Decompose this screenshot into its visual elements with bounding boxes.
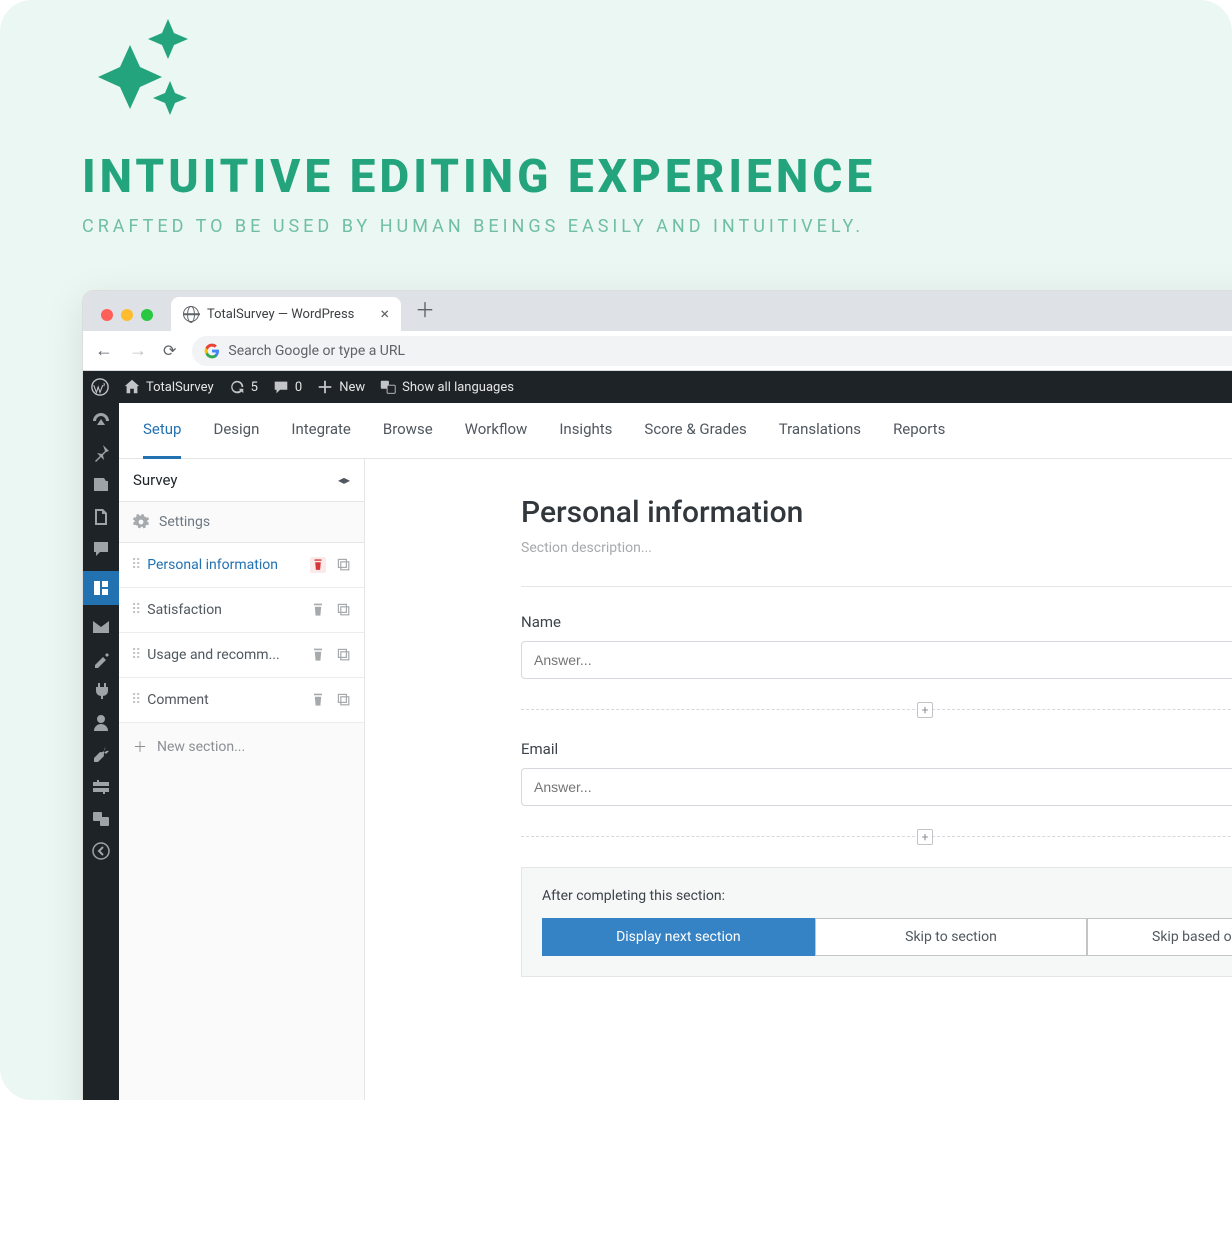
updates-link[interactable]: 5 xyxy=(228,378,258,396)
sparkle-icon xyxy=(90,15,200,129)
wp-menu[interactable] xyxy=(83,403,119,1100)
field-name[interactable]: Name xyxy=(521,613,1232,679)
option-display-next[interactable]: Display next section xyxy=(542,918,815,956)
tab-workflow[interactable]: Workflow xyxy=(465,403,528,459)
tab-integrate[interactable]: Integrate xyxy=(291,403,350,459)
browser-tab-title: TotalSurvey — WordPress xyxy=(207,307,354,322)
insert-divider: + xyxy=(521,836,1232,837)
section-item-personal[interactable]: ⠿ Personal information xyxy=(119,543,364,588)
duplicate-icon[interactable] xyxy=(336,647,352,663)
address-bar-placeholder: Search Google or type a URL xyxy=(228,343,405,359)
tab-insights[interactable]: Insights xyxy=(559,403,612,459)
section-canvas: Personal information Section description… xyxy=(365,459,1232,1100)
add-field-icon[interactable]: + xyxy=(917,829,933,845)
minimize-window-icon[interactable] xyxy=(121,309,133,321)
gear-icon xyxy=(133,514,149,530)
window-controls[interactable] xyxy=(93,309,165,331)
users-icon[interactable] xyxy=(91,713,111,733)
after-section-label: After completing this section: xyxy=(542,888,1232,904)
promo-subheading: CRAFTED TO BE USED BY HUMAN BEINGS EASIL… xyxy=(0,204,1232,237)
add-field-icon[interactable]: + xyxy=(917,702,933,718)
collapse-panel-icon[interactable]: ◂▸ xyxy=(338,473,350,487)
section-item-comment[interactable]: ⠿ Comment xyxy=(119,678,364,723)
address-bar[interactable]: Search Google or type a URL xyxy=(192,336,1232,366)
new-link[interactable]: New xyxy=(316,378,365,396)
tab-translations[interactable]: Translations xyxy=(779,403,861,459)
email-input[interactable] xyxy=(521,768,1232,806)
section-title[interactable]: Personal information xyxy=(521,495,1232,530)
tab-setup[interactable]: Setup xyxy=(143,403,181,459)
browser-tab-strip: TotalSurvey — WordPress × ＋ xyxy=(83,291,1232,331)
browser-tab[interactable]: TotalSurvey — WordPress × xyxy=(171,297,401,331)
appearance-icon[interactable] xyxy=(91,649,111,669)
forward-icon: → xyxy=(129,340,147,361)
browser-toolbar: ← → ⟳ Search Google or type a URL xyxy=(83,331,1232,371)
new-tab-button[interactable]: ＋ xyxy=(401,294,435,331)
site-link[interactable]: TotalSurvey xyxy=(123,378,214,396)
tab-score[interactable]: Score & Grades xyxy=(644,403,746,459)
tab-design[interactable]: Design xyxy=(213,403,259,459)
duplicate-icon[interactable] xyxy=(336,557,352,573)
panel-title: Survey xyxy=(133,471,178,489)
pages-icon[interactable] xyxy=(91,507,111,527)
wp-admin-bar: TotalSurvey 5 0 New Show all languages xyxy=(83,371,1232,403)
collapse-icon[interactable] xyxy=(91,841,111,861)
close-window-icon[interactable] xyxy=(101,309,113,321)
reload-icon[interactable]: ⟳ xyxy=(163,341,176,360)
wp-logo-icon[interactable] xyxy=(91,378,109,396)
tab-browse[interactable]: Browse xyxy=(383,403,433,459)
comments-icon[interactable] xyxy=(91,539,111,559)
section-item-satisfaction[interactable]: ⠿ Satisfaction xyxy=(119,588,364,633)
comments-link[interactable]: 0 xyxy=(272,378,302,396)
translate-icon[interactable] xyxy=(91,809,111,829)
globe-icon xyxy=(183,306,199,322)
delete-icon[interactable] xyxy=(310,557,326,573)
plugins-icon[interactable] xyxy=(91,681,111,701)
duplicate-icon[interactable] xyxy=(336,602,352,618)
settings-icon[interactable] xyxy=(91,777,111,797)
survey-tabs: Setup Design Integrate Browse Workflow I… xyxy=(119,403,1232,459)
drag-handle-icon[interactable]: ⠿ xyxy=(131,561,139,569)
tools-icon[interactable] xyxy=(91,745,111,765)
section-panel: Survey ◂▸ Settings ⠿ Personal informatio… xyxy=(119,459,365,1100)
google-icon xyxy=(204,343,220,359)
drag-handle-icon[interactable]: ⠿ xyxy=(131,606,139,614)
languages-link[interactable]: Show all languages xyxy=(379,378,514,396)
plus-icon: ＋ xyxy=(133,737,147,757)
tab-reports[interactable]: Reports xyxy=(893,403,945,459)
browser-window: TotalSurvey — WordPress × ＋ ← → ⟳ Search… xyxy=(82,290,1232,1100)
field-label: Name xyxy=(521,613,1232,631)
delete-icon[interactable] xyxy=(310,602,326,618)
drag-handle-icon[interactable]: ⠿ xyxy=(131,651,139,659)
delete-icon[interactable] xyxy=(310,647,326,663)
field-email[interactable]: Email xyxy=(521,740,1232,806)
new-section-button[interactable]: ＋ New section... xyxy=(119,723,364,771)
field-label: Email xyxy=(521,740,1232,758)
delete-icon[interactable] xyxy=(310,692,326,708)
mail-icon[interactable] xyxy=(91,617,111,637)
duplicate-icon[interactable] xyxy=(336,692,352,708)
media-icon[interactable] xyxy=(91,475,111,495)
pin-icon[interactable] xyxy=(91,443,111,463)
option-skip-to[interactable]: Skip to section xyxy=(815,918,1088,956)
back-icon[interactable]: ← xyxy=(95,340,113,361)
survey-menu-icon[interactable] xyxy=(83,571,119,605)
after-section-box: After completing this section: Display n… xyxy=(521,867,1232,977)
maximize-window-icon[interactable] xyxy=(141,309,153,321)
close-tab-icon[interactable]: × xyxy=(380,306,389,322)
dashboard-icon[interactable] xyxy=(91,411,111,431)
option-skip-based[interactable]: Skip based on answers xyxy=(1087,918,1232,956)
settings-item[interactable]: Settings xyxy=(119,502,364,543)
section-description[interactable]: Section description... xyxy=(521,530,1232,586)
section-item-usage[interactable]: ⠿ Usage and recomm... xyxy=(119,633,364,678)
name-input[interactable] xyxy=(521,641,1232,679)
drag-handle-icon[interactable]: ⠿ xyxy=(131,696,139,704)
insert-divider: + xyxy=(521,709,1232,710)
